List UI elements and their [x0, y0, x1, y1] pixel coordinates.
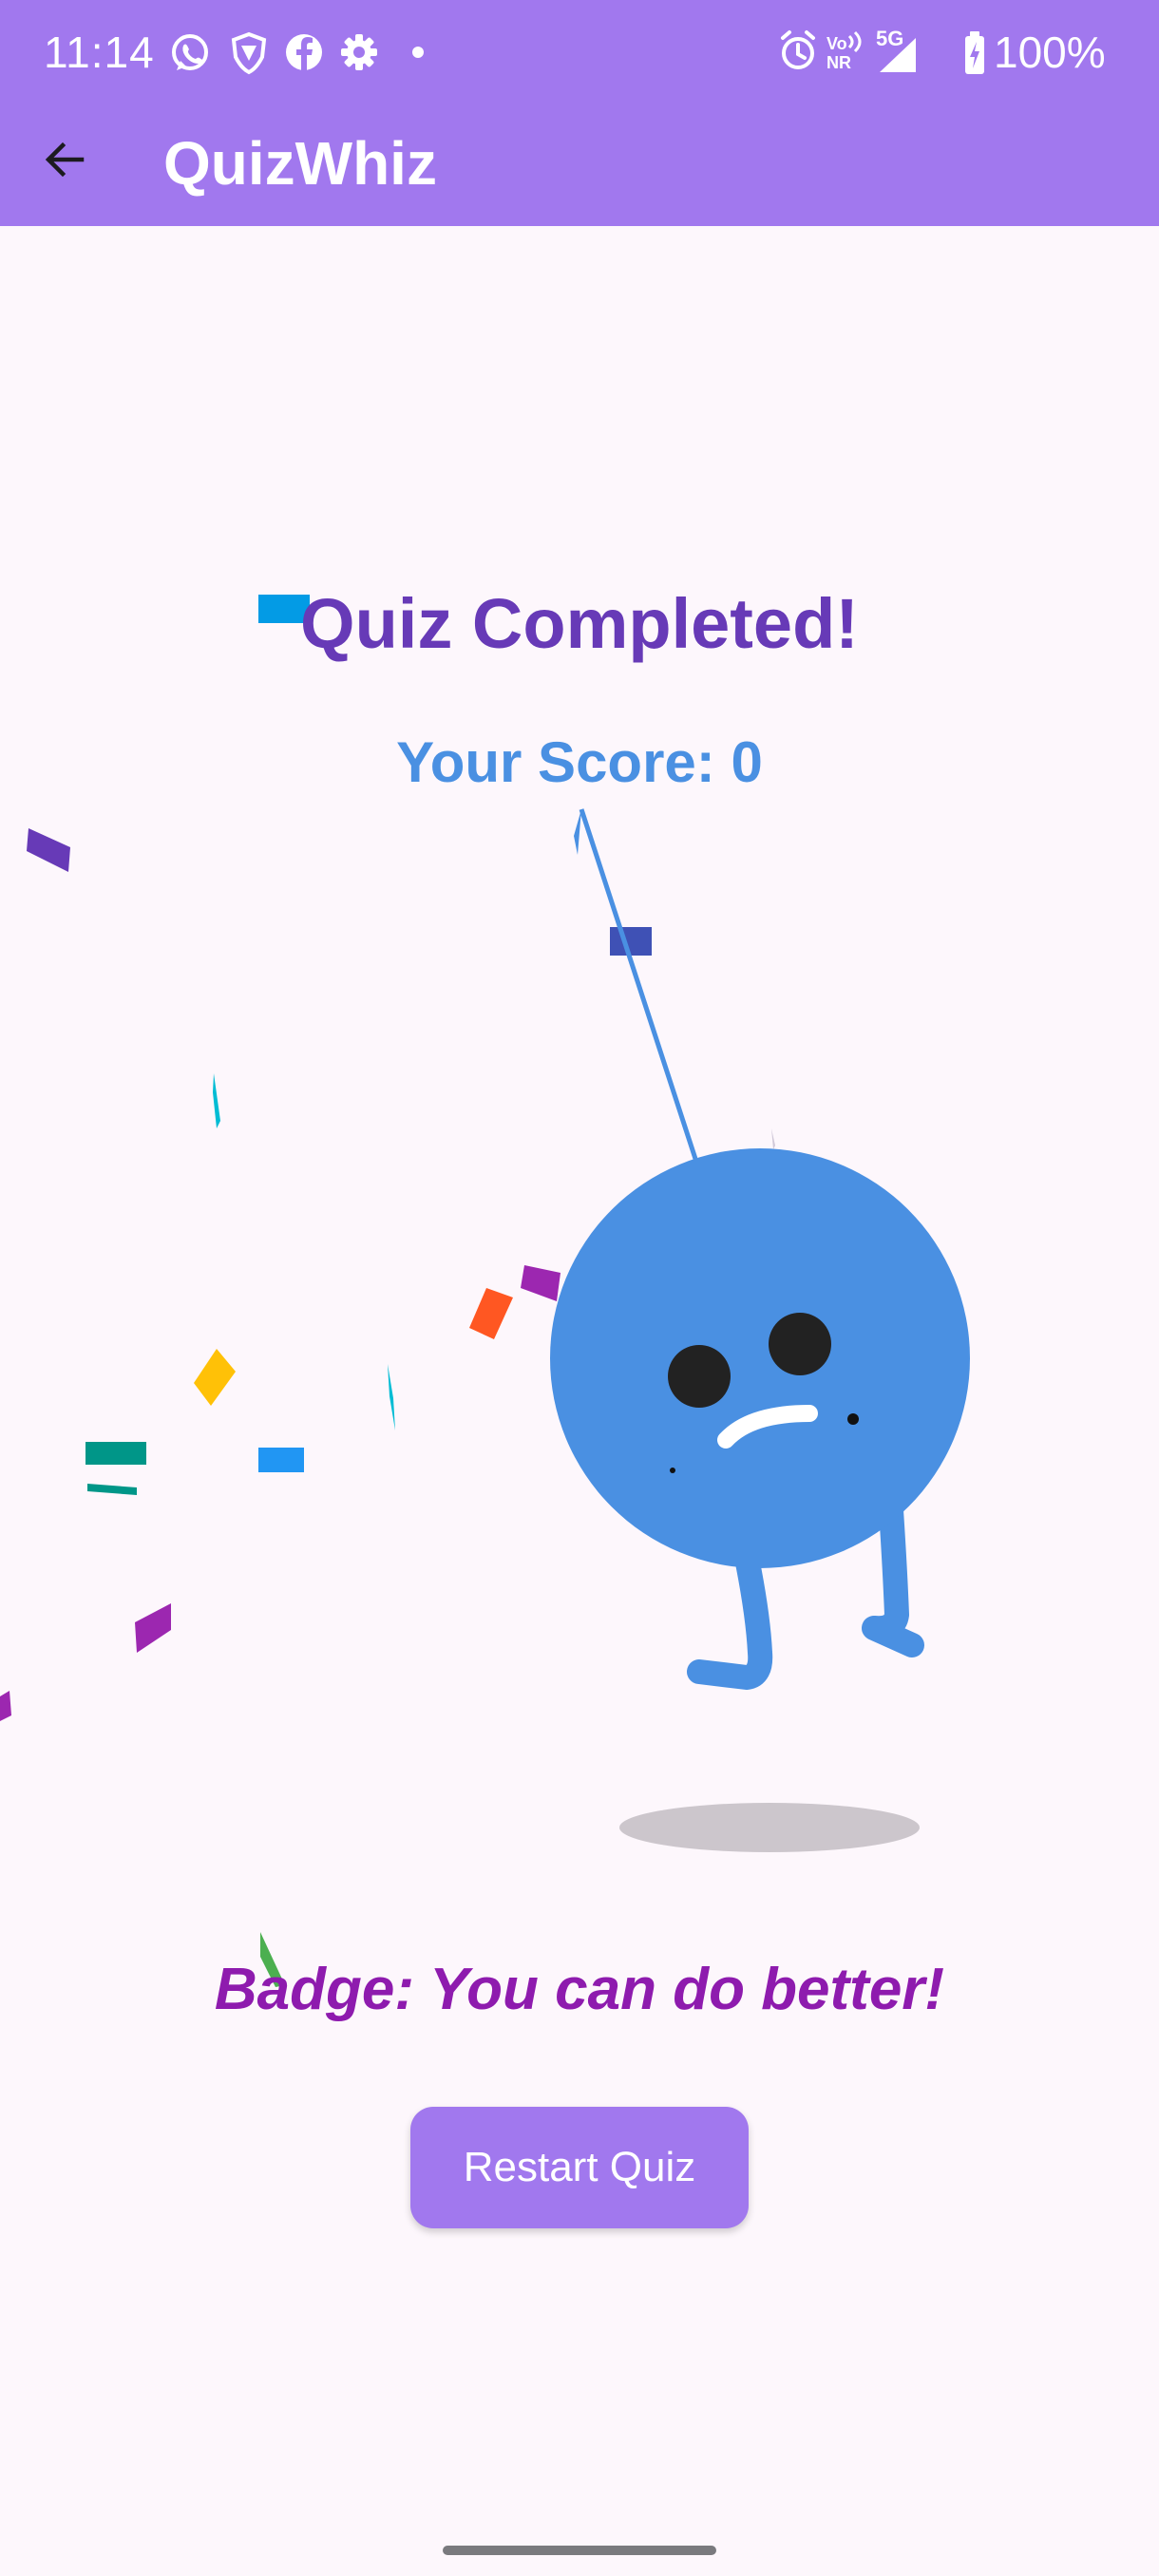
sad-blue-ball-character: [550, 1148, 970, 1568]
back-button[interactable]: [34, 129, 95, 190]
whatsapp-icon: [172, 34, 208, 70]
volte-nr-icon: Vo NR: [826, 30, 862, 72]
status-left-icons: [172, 31, 424, 75]
status-time: 11:14: [44, 28, 155, 77]
5g-signal-icon: 5G: [876, 27, 916, 72]
network-label: 5G: [876, 27, 903, 50]
confetti-piece: [521, 1265, 560, 1301]
character-shadow: [619, 1803, 920, 1852]
quiz-completed-title: Quiz Completed!: [300, 584, 859, 663]
volte-label-top: Vo: [826, 34, 847, 53]
battery-charging-icon: [965, 31, 984, 74]
confetti-piece: [469, 1288, 513, 1339]
settings-gear-icon: [341, 34, 377, 70]
dot-icon: [412, 47, 424, 58]
status-right-icons: Vo NR 5G: [781, 27, 984, 74]
balloon-string: [579, 808, 698, 1160]
confetti-piece: [388, 1364, 395, 1430]
character-freckle: [847, 1413, 859, 1425]
screen: 11:14 Vo NR 5G 100% QuizWhiz Quiz Comple…: [0, 0, 1159, 2576]
confetti-piece: [135, 1603, 171, 1653]
confetti-piece: [574, 809, 581, 855]
restart-quiz-button[interactable]: Restart Quiz: [410, 2107, 749, 2228]
confetti: [0, 595, 775, 1987]
status-bar: 11:14 Vo NR 5G 100%: [0, 0, 1159, 103]
character-eye-left: [668, 1345, 731, 1408]
top-app-bar: 11:14 Vo NR 5G 100% QuizWhiz: [0, 0, 1159, 226]
character-face: [668, 1313, 859, 1473]
confetti-piece: [771, 1128, 775, 1149]
confetti-piece: [610, 927, 652, 956]
score-text: Your Score: 0: [396, 730, 763, 794]
character-sad-mouth: [717, 1405, 818, 1449]
confetti-piece: [87, 1484, 137, 1495]
confetti-piece: [213, 1073, 220, 1128]
alarm-icon: [781, 30, 815, 69]
confetti-piece: [258, 1448, 304, 1472]
battery-percentage: 100%: [994, 28, 1106, 77]
vpn-shield-icon: [231, 31, 267, 75]
confetti-piece: [86, 1442, 146, 1465]
facebook-icon: [286, 34, 322, 70]
confetti-piece: [0, 1691, 11, 1721]
gesture-nav-handle[interactable]: [443, 2546, 716, 2555]
confetti-piece: [27, 828, 70, 872]
app-title: QuizWhiz: [163, 129, 437, 198]
character-legs: [687, 1498, 924, 1690]
volte-label-bottom: NR: [826, 53, 851, 72]
confetti-piece: [194, 1349, 236, 1406]
character-eye-right: [769, 1313, 831, 1375]
character-freckle: [670, 1468, 675, 1473]
arrow-back-icon: [45, 142, 85, 178]
badge-text: Badge: You can do better!: [214, 1957, 945, 2022]
